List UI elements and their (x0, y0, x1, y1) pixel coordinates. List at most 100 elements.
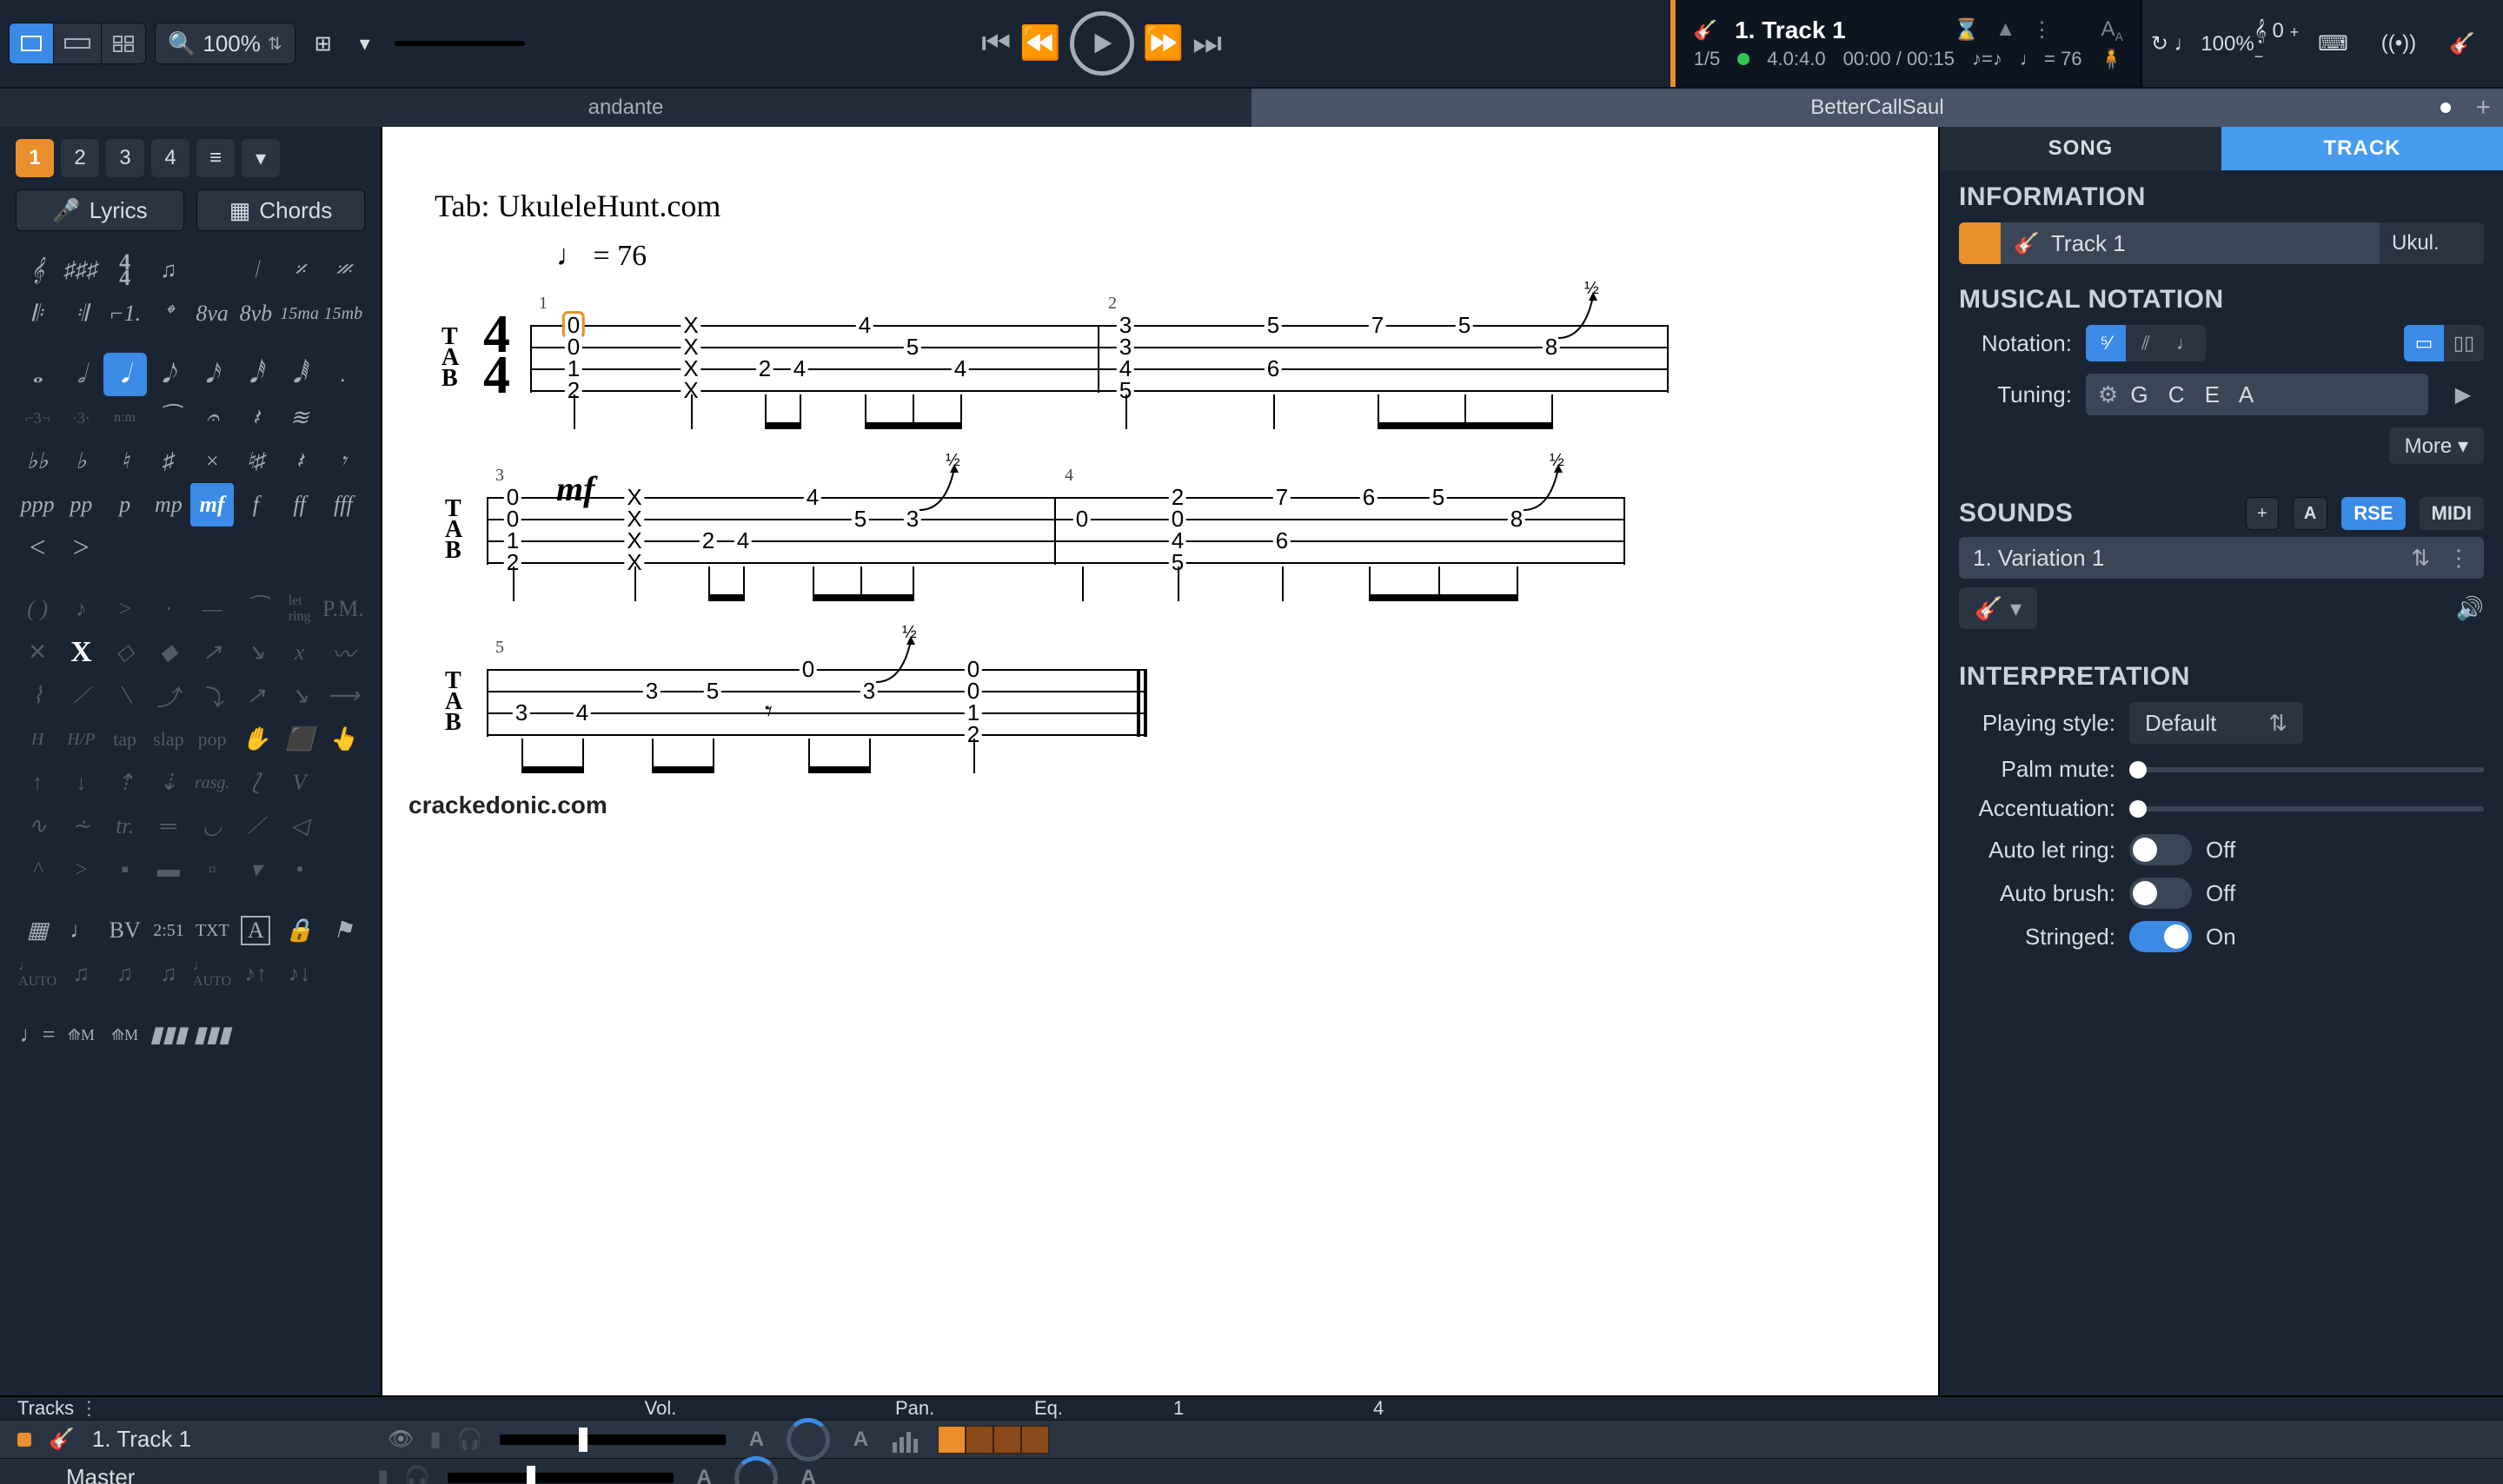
skip-end-icon[interactable]: ⏭ (1192, 25, 1222, 63)
beam2-icon[interactable]: ♫ (103, 952, 147, 996)
sound-variation-row[interactable]: 1. Variation 1 ⇅ ⋮ (1959, 537, 2484, 579)
beam3-icon[interactable]: ♫ (147, 952, 190, 996)
voice-1[interactable]: 1 (16, 139, 54, 177)
stem-up-icon[interactable]: ♪↑ (234, 952, 277, 996)
vibrato-icon[interactable]: 〰 (322, 631, 365, 674)
font-size-icon[interactable]: AA (2101, 17, 2122, 43)
pick-up-icon[interactable]: ⇡ (103, 761, 147, 805)
thirtysecond-note[interactable]: 𝅘𝅥𝅰 (234, 353, 277, 396)
marcato-icon[interactable]: ^ (16, 848, 59, 891)
let-ring-icon[interactable]: letring (278, 587, 322, 631)
flat[interactable]: ♭ (59, 440, 103, 483)
view-grid-icon[interactable] (101, 23, 146, 64)
tab-track[interactable]: TRACK (2221, 127, 2503, 170)
tab-note[interactable]: 6 (1265, 357, 1282, 380)
notation-slash-icon[interactable]: ⫽ (2126, 325, 2166, 361)
vib-x-icon[interactable]: x (278, 631, 322, 674)
score-paper[interactable]: Tab: UkuleleHunt.com ♩ = 76 10012XXXX244… (382, 127, 1938, 1395)
tab-note[interactable]: 5 (1456, 314, 1473, 336)
fretboard-icon[interactable]: ((•)) (2371, 23, 2427, 64)
layout-icon[interactable]: ⊞ (302, 23, 344, 64)
automation1-icon[interactable]: ⟰M (59, 1013, 103, 1057)
keyboard-icon[interactable]: ⌨ (2307, 23, 2359, 64)
loop-icon[interactable]: ↻ (2151, 32, 2168, 56)
slide5-icon[interactable]: ↗ (234, 674, 277, 718)
tab-note[interactable]: 4 (791, 357, 808, 380)
trem-icon[interactable]: ═ (147, 805, 190, 848)
speaker-icon[interactable]: 🔊 (2456, 595, 2484, 622)
mute-m-icon[interactable]: ▮ (429, 1427, 441, 1452)
dbl-flat[interactable]: ♭♭ (16, 440, 59, 483)
more-button[interactable]: More ▾ (2389, 427, 2484, 464)
pan-knob[interactable] (734, 1456, 778, 1484)
automation2-icon[interactable]: ⟰M (103, 1013, 147, 1057)
whole-note[interactable]: 𝅝 (16, 353, 59, 396)
play-button[interactable] (1070, 11, 1134, 76)
auto-brush-toggle[interactable] (2129, 878, 2192, 909)
flag-icon[interactable]: ⚑ (322, 909, 365, 952)
crescendo-icon[interactable]: < (16, 527, 59, 570)
strum-up-icon[interactable]: ↑ (16, 761, 59, 805)
repeat-start-icon[interactable]: 𝄆 (16, 292, 59, 335)
coda-icon[interactable]: 𝄌 (147, 292, 190, 335)
tab-note[interactable]: 4 (856, 314, 873, 336)
zoom-field[interactable]: 🔍 100% ⇅ (155, 23, 295, 64)
dead-icon[interactable]: ✕ (16, 631, 59, 674)
hourglass-icon[interactable]: ⌛ (1954, 17, 1980, 43)
tab-song[interactable]: SONG (1940, 127, 2221, 170)
auto2-icon[interactable]: ♩AUTO (190, 952, 234, 996)
pan-knob[interactable] (787, 1418, 830, 1461)
pop-label[interactable]: pop (190, 718, 234, 761)
tab-note[interactable]: 6 (1273, 529, 1291, 552)
golpe-icon[interactable]: 👆 (322, 718, 365, 761)
15ma[interactable]: 15ma (278, 292, 322, 335)
trill-icon[interactable]: tr. (103, 805, 147, 848)
staccato-icon[interactable]: · (147, 587, 190, 631)
rse-badge[interactable]: RSE (2341, 497, 2405, 530)
legato-icon[interactable]: ⁀ (234, 587, 277, 631)
eighth-note[interactable]: 𝅘𝅥𝅮 (147, 353, 190, 396)
skip-start-icon[interactable]: ⏮ (981, 25, 1011, 63)
repeat-icon[interactable]: 𝄎 (278, 248, 322, 292)
nat-sharp[interactable]: ♮♯ (234, 440, 277, 483)
tuning-field[interactable]: ⚙ G C E A (2086, 374, 2428, 415)
notation-standard-icon[interactable]: ♩ (2166, 325, 2206, 361)
nat-harm-icon[interactable]: ◆ (147, 631, 190, 674)
ten2-icon[interactable]: ▬ (147, 848, 190, 891)
tab-note[interactable]: 0 (1073, 507, 1091, 530)
voice-dropdown-icon[interactable]: ▾ (242, 139, 280, 177)
arpeg-icon[interactable]: ⟅ (234, 761, 277, 805)
repeat-end-icon[interactable]: 𝄇 (59, 292, 103, 335)
turn-icon[interactable]: ∿ (16, 805, 59, 848)
fret-diagram-icon[interactable]: ▦ (16, 909, 59, 952)
forward-icon[interactable]: ⏩ (1143, 24, 1184, 63)
pm-icon[interactable]: P.M. (322, 587, 365, 631)
harm-icon[interactable]: ◇ (103, 631, 147, 674)
tuning-icon[interactable]: 𝄞 (2254, 19, 2267, 43)
tab-note[interactable]: 5 (852, 507, 869, 530)
track-color-swatch[interactable] (1959, 222, 2001, 264)
tap-label[interactable]: tap (103, 718, 147, 761)
beam-icon[interactable]: ♫ (59, 952, 103, 996)
note-palette-icon[interactable]: ♩ (59, 909, 103, 952)
slide4-icon[interactable]: ⤵ (190, 674, 234, 718)
slide2-icon[interactable]: ⟍ (103, 674, 147, 718)
slide1-icon[interactable]: ⟋ (59, 674, 103, 718)
tab-note[interactable]: 5 (1430, 486, 1447, 508)
tab-note[interactable]: 7 (1369, 314, 1386, 336)
guitar-icon[interactable]: 🎸 (2439, 23, 2486, 64)
voice-4[interactable]: 4 (151, 139, 189, 177)
barline-icon[interactable]: 𝄀 (234, 248, 277, 292)
staff-style-2-icon[interactable]: ▯▯ (2444, 325, 2484, 361)
tab-note[interactable]: 4 (734, 529, 752, 552)
bend-icon[interactable]: ↗ (190, 631, 234, 674)
tab-note[interactable]: 4 (574, 701, 591, 724)
erest[interactable]: 𝄾 (322, 440, 365, 483)
chords-button[interactable]: ▦Chords (196, 189, 365, 231)
a-box[interactable]: A (241, 916, 270, 945)
automation-a2-icon[interactable]: A (795, 1465, 821, 1484)
volume-slider[interactable] (500, 1434, 726, 1445)
mute-icon[interactable]: X (59, 631, 103, 674)
lock-icon[interactable]: 🔒 (277, 909, 321, 952)
eq-icon[interactable] (891, 1427, 920, 1453)
